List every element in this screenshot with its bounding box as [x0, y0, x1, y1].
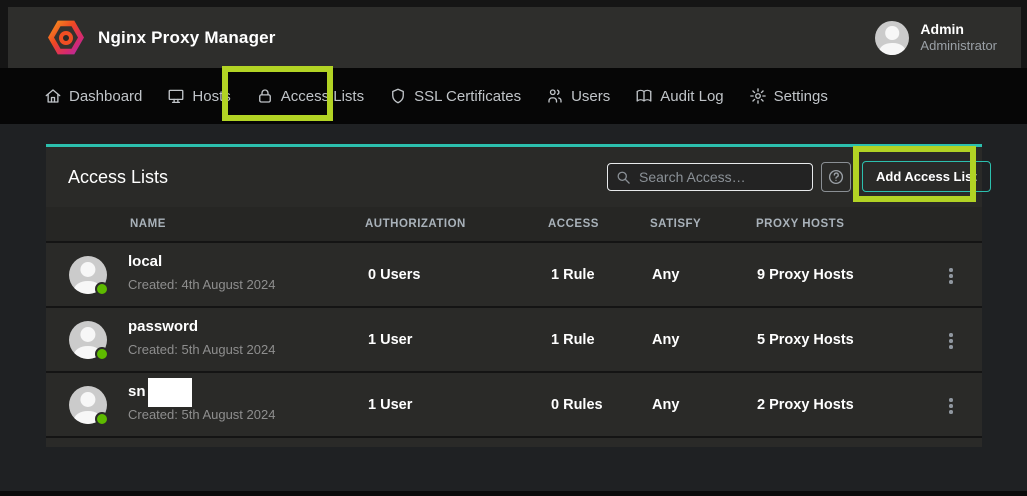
monitor-icon	[167, 87, 185, 105]
page: Access Lists Add Access List NAME AUTHOR…	[0, 124, 1027, 491]
created-date: Created: 4th August 2024	[128, 277, 275, 292]
status-dot	[95, 282, 109, 296]
name-cell: password Created: 5th August 2024	[128, 318, 275, 357]
proxy-hosts-value: 2 Proxy Hosts	[757, 397, 854, 413]
authorization-value: 1 User	[368, 332, 412, 348]
search-input[interactable]	[639, 169, 820, 185]
user-avatar	[875, 21, 909, 55]
search-box	[607, 163, 813, 191]
authorization-value: 1 User	[368, 397, 412, 413]
user-name: Admin	[920, 21, 997, 39]
proxy-hosts-value: 5 Proxy Hosts	[757, 332, 854, 348]
nav-item-ssl-certificates[interactable]: SSL Certificates	[389, 87, 521, 105]
row-avatar	[69, 386, 107, 424]
help-icon	[827, 168, 845, 186]
home-icon	[44, 87, 62, 105]
lock-icon	[256, 87, 274, 105]
user-role: Administrator	[920, 38, 997, 54]
user-menu[interactable]: Admin Administrator	[875, 21, 997, 55]
access-list-name: password	[128, 318, 275, 336]
nav-label: Dashboard	[69, 88, 142, 105]
app-logo-icon	[48, 20, 84, 56]
access-value: 1 Rule	[551, 267, 595, 283]
access-lists-card: Access Lists Add Access List NAME AUTHOR…	[46, 144, 982, 447]
column-header-satisfy: SATISFY	[650, 218, 701, 230]
search-icon	[616, 170, 631, 185]
brand: Nginx Proxy Manager	[48, 20, 276, 56]
satisfy-value: Any	[652, 397, 679, 413]
card-title: Access Lists	[68, 167, 168, 188]
status-dot	[95, 412, 109, 426]
nav-item-audit-log[interactable]: Audit Log	[635, 87, 723, 105]
nav-label: SSL Certificates	[414, 88, 521, 105]
proxy-hosts-value: 9 Proxy Hosts	[757, 267, 854, 283]
book-icon	[635, 87, 653, 105]
access-list-name: local	[128, 253, 275, 271]
gear-icon	[749, 87, 767, 105]
main-nav: Dashboard Hosts Access Lists SSL Certifi…	[0, 68, 1027, 124]
row-menu-button[interactable]	[942, 265, 960, 287]
help-button[interactable]	[821, 162, 851, 192]
satisfy-value: Any	[652, 267, 679, 283]
row-menu-button[interactable]	[942, 395, 960, 417]
table-row: sn Created: 5th August 2024 1 User 0 Rul…	[46, 373, 982, 438]
card-header: Access Lists Add Access List	[46, 147, 982, 207]
nav-label: Hosts	[192, 88, 230, 105]
screen: Nginx Proxy Manager Admin Administrator …	[0, 0, 1027, 496]
screen-edge	[0, 491, 1027, 496]
nav-item-dashboard[interactable]: Dashboard	[44, 87, 142, 105]
column-header-authorization: AUTHORIZATION	[365, 218, 466, 230]
nav-label: Users	[571, 88, 610, 105]
created-date: Created: 5th August 2024	[128, 342, 275, 357]
table-row: local Created: 4th August 2024 0 Users 1…	[46, 243, 982, 308]
access-value: 0 Rules	[551, 397, 603, 413]
top-bar: Nginx Proxy Manager Admin Administrator	[8, 7, 1021, 68]
name-cell: sn Created: 5th August 2024	[128, 383, 275, 422]
users-icon	[546, 87, 564, 105]
name-cell: local Created: 4th August 2024	[128, 253, 275, 292]
redaction-box	[148, 378, 192, 407]
nav-label: Audit Log	[660, 88, 723, 105]
shield-icon	[389, 87, 407, 105]
nav-item-users[interactable]: Users	[546, 87, 610, 105]
column-header-proxy-hosts: PROXY HOSTS	[756, 218, 844, 230]
nav-item-access-lists[interactable]: Access Lists	[256, 87, 364, 105]
column-header-name: NAME	[130, 218, 166, 230]
add-access-list-button[interactable]: Add Access List	[862, 161, 991, 192]
nav-item-hosts[interactable]: Hosts	[167, 87, 230, 105]
nav-item-settings[interactable]: Settings	[749, 87, 828, 105]
satisfy-value: Any	[652, 332, 679, 348]
table-header: NAME AUTHORIZATION ACCESS SATISFY PROXY …	[46, 207, 982, 243]
app-title: Nginx Proxy Manager	[98, 28, 276, 48]
created-date: Created: 5th August 2024	[128, 407, 275, 422]
authorization-value: 0 Users	[368, 267, 420, 283]
table-row: password Created: 5th August 2024 1 User…	[46, 308, 982, 373]
row-menu-button[interactable]	[942, 330, 960, 352]
status-dot	[95, 347, 109, 361]
row-avatar	[69, 321, 107, 359]
nav-label: Settings	[774, 88, 828, 105]
access-value: 1 Rule	[551, 332, 595, 348]
column-header-access: ACCESS	[548, 218, 599, 230]
row-avatar	[69, 256, 107, 294]
nav-label: Access Lists	[281, 88, 364, 105]
